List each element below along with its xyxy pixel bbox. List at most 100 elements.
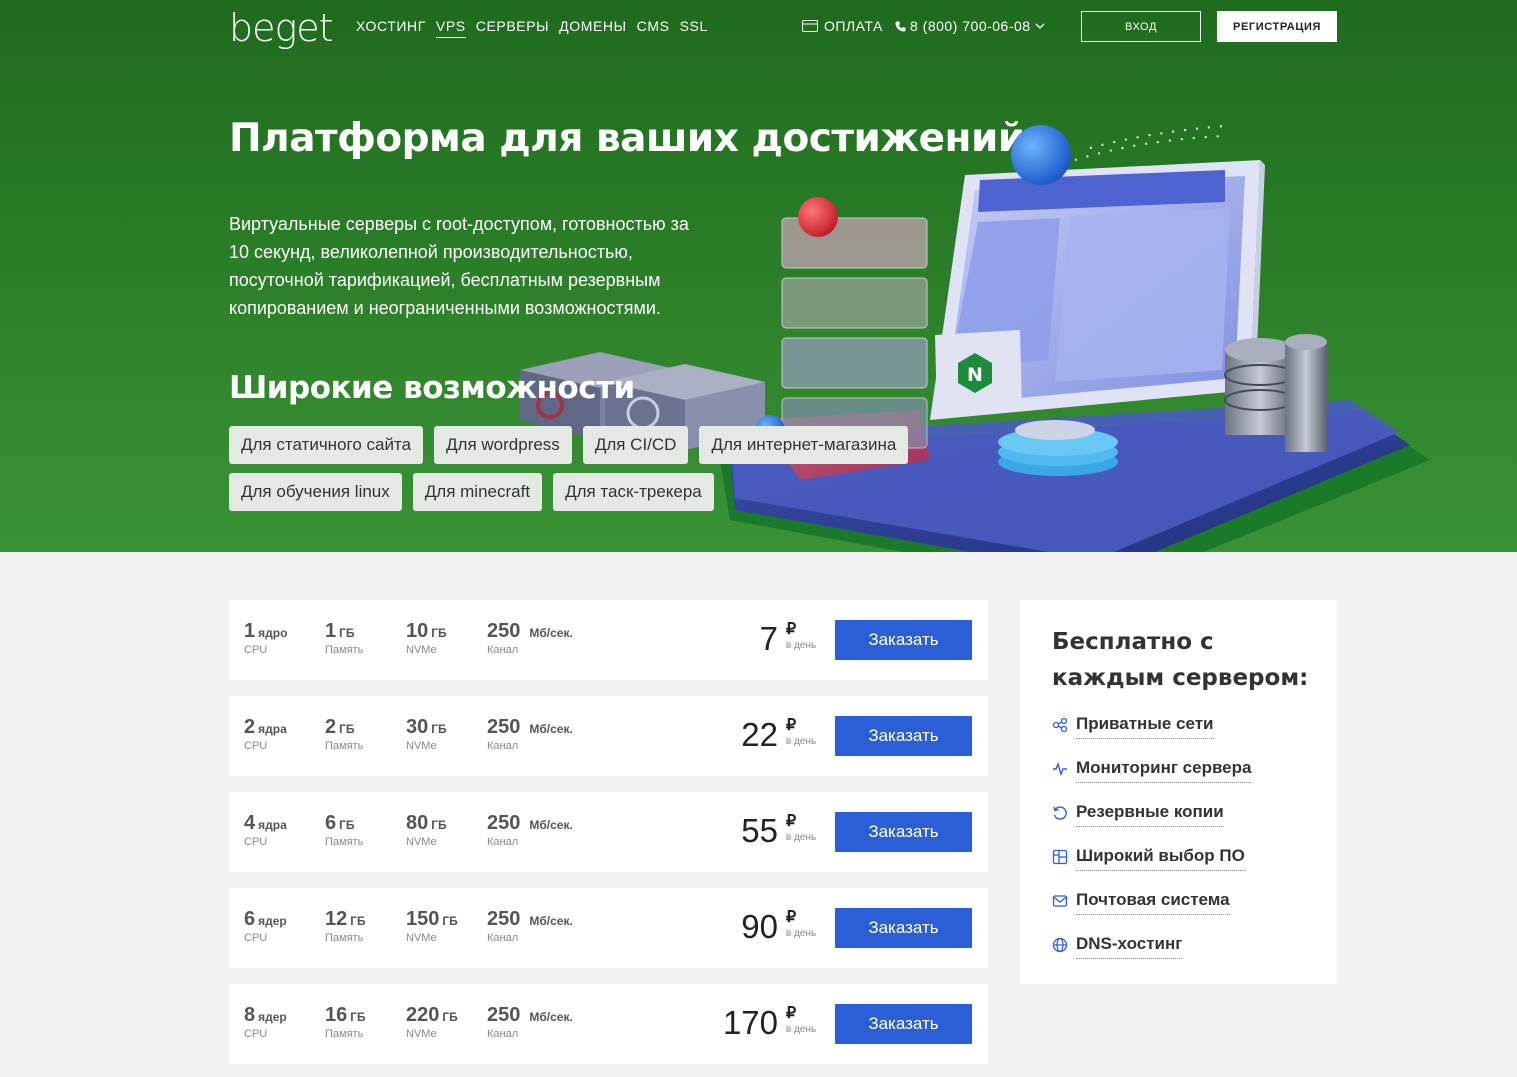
free-features-list: Приватные сети Мониторинг сервера Резерв… bbox=[1052, 714, 1252, 978]
cpu-label: CPU bbox=[244, 1028, 268, 1040]
channel-label: Канал bbox=[487, 644, 519, 656]
ram-value: 1 bbox=[325, 620, 337, 642]
use-case-tags: Для статичного сайта Для wordpress Для C… bbox=[229, 426, 929, 511]
order-button[interactable]: Заказать bbox=[835, 1004, 972, 1044]
tag-linux-learning[interactable]: Для обучения linux bbox=[229, 473, 402, 511]
phone-number: 8 (800) 700-06-08 bbox=[910, 18, 1031, 34]
ram-value: 2 bbox=[325, 716, 337, 738]
plan-channel: 250 Мб/сек. Канал bbox=[487, 716, 573, 752]
disk-unit: ГБ bbox=[431, 818, 447, 832]
main-nav: ХОСТИНГ VPS СЕРВЕРЫ ДОМЕНЫ CMS SSL bbox=[356, 18, 708, 38]
per-day-label: в день bbox=[786, 1024, 817, 1035]
nav-hosting[interactable]: ХОСТИНГ bbox=[356, 18, 426, 38]
nav-servers[interactable]: СЕРВЕРЫ bbox=[476, 18, 549, 38]
tag-static-site[interactable]: Для статичного сайта bbox=[229, 426, 424, 464]
plan-channel: 250 Мб/сек. Канал bbox=[487, 812, 573, 848]
channel-value: 250 bbox=[487, 716, 521, 738]
free-item-label: Почтовая система bbox=[1076, 890, 1230, 915]
disk-value: 30 bbox=[406, 716, 429, 738]
order-button[interactable]: Заказать bbox=[835, 812, 972, 852]
price-meta: ₽ в день bbox=[786, 622, 816, 652]
cpu-unit: ядер bbox=[258, 1010, 287, 1024]
cpu-unit: ядро bbox=[258, 626, 288, 640]
plan-ram: 1 ГБ Память bbox=[325, 620, 363, 656]
nav-domains[interactable]: ДОМЕНЫ bbox=[559, 18, 626, 38]
ram-label: Память bbox=[325, 836, 364, 848]
free-features-panel: Бесплатно с каждым сервером: Приватные с… bbox=[1020, 600, 1337, 984]
phone-icon bbox=[895, 20, 906, 32]
price-value: 7 bbox=[759, 620, 778, 657]
currency-symbol: ₽ bbox=[786, 813, 797, 830]
plan-row: 2 ядра CPU 2 ГБ Память 30 ГБ NVMe 250 Мб/сек… bbox=[229, 696, 988, 776]
payment-link[interactable]: ОПЛАТА bbox=[802, 18, 883, 34]
free-item-backups[interactable]: Резервные копии bbox=[1052, 802, 1251, 846]
payment-label: ОПЛАТА bbox=[824, 18, 883, 34]
plan-channel: 250 Мб/сек. Канал bbox=[487, 1004, 573, 1040]
login-button[interactable]: ВХОД bbox=[1081, 11, 1201, 42]
free-item-mail[interactable]: Почтовая система bbox=[1052, 890, 1251, 934]
plan-disk: 10 ГБ NVMe bbox=[406, 620, 447, 656]
currency-symbol: ₽ bbox=[786, 1005, 797, 1022]
order-button[interactable]: Заказать bbox=[835, 716, 972, 756]
mail-icon bbox=[1052, 895, 1068, 907]
nav-cms[interactable]: CMS bbox=[637, 18, 670, 38]
cpu-unit: ядер bbox=[258, 914, 287, 928]
free-item-software[interactable]: Широкий выбор ПО bbox=[1052, 846, 1251, 890]
order-button[interactable]: Заказать bbox=[835, 908, 972, 948]
hero-section: beget ХОСТИНГ VPS СЕРВЕРЫ ДОМЕНЫ CMS SSL… bbox=[0, 0, 1517, 552]
plan-ram: 2 ГБ Память bbox=[325, 716, 363, 752]
plan-price: 22 bbox=[741, 716, 778, 754]
ram-label: Память bbox=[325, 644, 364, 656]
card-icon bbox=[802, 20, 818, 32]
cpu-label: CPU bbox=[244, 836, 268, 848]
channel-label: Канал bbox=[487, 740, 519, 752]
ram-label: Память bbox=[325, 1028, 364, 1040]
plan-row: 8 ядер CPU 16 ГБ Память 220 ГБ NVMe 250 Мб/с… bbox=[229, 984, 988, 1064]
nav-ssl[interactable]: SSL bbox=[680, 18, 708, 38]
register-button[interactable]: РЕГИСТРАЦИЯ bbox=[1217, 11, 1337, 42]
free-item-label: Мониторинг сервера bbox=[1076, 758, 1252, 783]
backup-icon bbox=[1053, 806, 1067, 820]
ram-label: Память bbox=[325, 932, 364, 944]
tag-wordpress[interactable]: Для wordpress bbox=[434, 426, 572, 464]
price-meta: ₽ в день bbox=[786, 909, 816, 940]
order-button[interactable]: Заказать bbox=[835, 620, 972, 660]
plan-disk: 80 ГБ NVMe bbox=[406, 812, 447, 848]
price-meta: ₽ в день bbox=[786, 813, 816, 844]
channel-unit: Мб/сек. bbox=[529, 626, 573, 640]
cpu-label: CPU bbox=[244, 644, 268, 656]
plan-disk: 220 ГБ NVMe bbox=[406, 1004, 458, 1040]
tag-ci-cd[interactable]: Для CI/CD bbox=[582, 426, 689, 464]
tag-minecraft[interactable]: Для minecraft bbox=[412, 473, 543, 511]
plan-cpu: 8 ядер CPU bbox=[244, 1004, 287, 1040]
plan-ram: 12 ГБ Память bbox=[325, 908, 366, 944]
ram-value: 12 bbox=[325, 908, 348, 930]
cpu-label: CPU bbox=[244, 740, 268, 752]
tag-online-store[interactable]: Для интернет-магазина bbox=[699, 426, 909, 464]
free-item-dns[interactable]: DNS-хостинг bbox=[1052, 934, 1251, 978]
channel-label: Канал bbox=[487, 836, 519, 848]
phone-dropdown[interactable]: 8 (800) 700-06-08 bbox=[895, 18, 1045, 34]
pulse-icon bbox=[1053, 761, 1067, 777]
network-icon bbox=[1052, 717, 1068, 733]
channel-value: 250 bbox=[487, 1004, 521, 1026]
free-item-label: Резервные копии bbox=[1076, 802, 1224, 827]
chevron-down-icon bbox=[1035, 23, 1045, 29]
disk-label: NVMe bbox=[406, 1028, 437, 1040]
tag-task-tracker[interactable]: Для таск-трекера bbox=[553, 473, 714, 511]
currency-symbol: ₽ bbox=[786, 909, 797, 926]
free-item-monitoring[interactable]: Мониторинг сервера bbox=[1052, 758, 1252, 802]
globe-icon bbox=[1052, 937, 1068, 953]
beget-logo[interactable]: beget bbox=[229, 6, 334, 50]
free-item-private-networks[interactable]: Приватные сети bbox=[1052, 714, 1251, 758]
price-value: 22 bbox=[741, 716, 778, 753]
software-icon bbox=[1052, 849, 1068, 865]
channel-unit: Мб/сек. bbox=[529, 914, 573, 928]
plan-price: 7 bbox=[760, 620, 778, 658]
plan-cpu: 4 ядра CPU bbox=[244, 812, 287, 848]
plan-row: 1 ядро CPU 1 ГБ Память 10 ГБ NVMe 250 Мб/сек… bbox=[229, 600, 988, 680]
nav-vps[interactable]: VPS bbox=[435, 18, 466, 38]
disk-unit: ГБ bbox=[431, 722, 447, 736]
channel-label: Канал bbox=[487, 1028, 519, 1040]
plan-ram: 6 ГБ Память bbox=[325, 812, 363, 848]
